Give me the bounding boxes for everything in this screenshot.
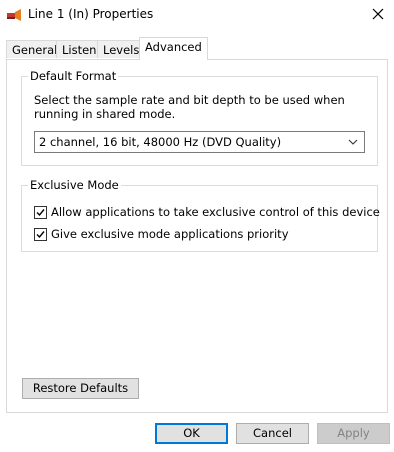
format-description: Select the sample rate and bit depth to … xyxy=(34,93,345,121)
exclusive-control-option[interactable]: Allow applications to take exclusive con… xyxy=(34,204,380,220)
exclusive-priority-option[interactable]: Give exclusive mode applications priorit… xyxy=(34,226,289,242)
close-button[interactable] xyxy=(362,0,394,30)
exclusive-control-checkbox[interactable] xyxy=(34,205,47,219)
ok-button[interactable]: OK xyxy=(155,423,228,444)
checkmark-icon xyxy=(36,208,45,216)
close-icon xyxy=(372,8,384,23)
title-bar: Line 1 (In) Properties xyxy=(0,0,394,30)
exclusive-control-label: Allow applications to take exclusive con… xyxy=(51,205,380,219)
format-dropdown[interactable]: 2 channel, 16 bit, 48000 Hz (DVD Quality… xyxy=(34,131,365,153)
exclusive-mode-legend: Exclusive Mode xyxy=(28,178,121,192)
exclusive-mode-group: Exclusive Mode Allow applications to tak… xyxy=(21,178,380,252)
cancel-button[interactable]: Cancel xyxy=(236,423,309,444)
chevron-down-icon xyxy=(348,132,358,152)
tab-advanced[interactable]: Advanced xyxy=(139,37,208,60)
apply-button[interactable]: Apply xyxy=(317,423,390,444)
tab-panel: Default Format Select the sample rate an… xyxy=(6,59,388,413)
tab-general[interactable]: General xyxy=(6,40,64,58)
tab-listen[interactable]: Listen xyxy=(56,40,103,58)
format-dropdown-value: 2 channel, 16 bit, 48000 Hz (DVD Quality… xyxy=(39,135,282,149)
restore-defaults-button[interactable]: Restore Defaults xyxy=(22,378,139,399)
exclusive-priority-label: Give exclusive mode applications priorit… xyxy=(51,227,289,241)
window-title: Line 1 (In) Properties xyxy=(28,7,154,21)
default-format-group: Default Format Select the sample rate an… xyxy=(21,69,378,166)
default-format-legend: Default Format xyxy=(28,69,119,83)
exclusive-priority-checkbox[interactable] xyxy=(34,227,47,241)
checkmark-icon xyxy=(36,230,45,238)
speaker-icon xyxy=(6,7,24,23)
